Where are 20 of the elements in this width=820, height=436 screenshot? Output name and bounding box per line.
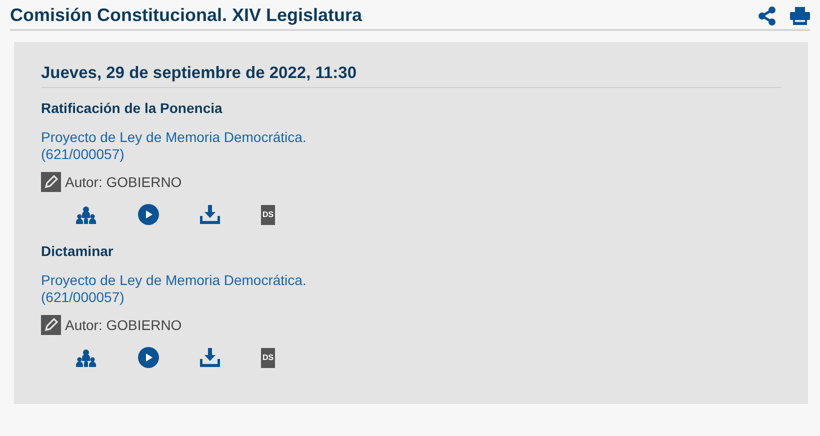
play-icon[interactable]: [138, 347, 159, 368]
people-icon[interactable]: [75, 348, 97, 366]
people-icon[interactable]: [75, 206, 97, 224]
session-diary-icon[interactable]: DS: [261, 204, 275, 224]
print-icon[interactable]: [790, 6, 810, 26]
initiative-link[interactable]: Proyecto de Ley de Memoria Democrática. (621/000057): [41, 272, 306, 306]
download-icon[interactable]: [200, 205, 220, 224]
play-icon[interactable]: [138, 204, 159, 225]
author-text: Autor: GOBIERNO: [65, 174, 182, 190]
agenda-heading: Dictaminar: [41, 243, 114, 259]
initiative-link[interactable]: Proyecto de Ley de Memoria Democrática. (621/000057): [41, 129, 306, 163]
session-diary-icon[interactable]: DS: [261, 348, 275, 368]
session-date: Jueves, 29 de septiembre de 2022, 11:30: [41, 64, 781, 88]
author-text: Autor: GOBIERNO: [65, 317, 182, 333]
page-title: Comisión Constitucional. XIV Legislatura: [10, 5, 364, 26]
download-icon[interactable]: [200, 348, 220, 367]
share-icon[interactable]: [758, 6, 776, 26]
agenda-heading: Ratificación de la Ponencia: [41, 100, 224, 116]
edit-icon: [41, 172, 61, 192]
edit-icon: [41, 315, 61, 335]
